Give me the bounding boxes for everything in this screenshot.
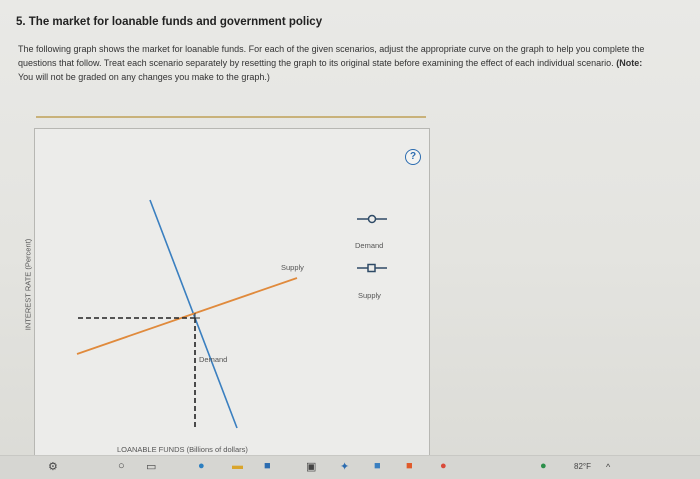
tray-app-icon[interactable]: ● [540,460,547,475]
legend-supply-label: Supply [358,291,381,300]
chevron-up-icon[interactable]: ^ [606,462,610,477]
app-icon[interactable]: ▣ [306,460,316,475]
demand-curve-label: Demand [199,355,227,364]
y-axis-label: INTEREST RATE (Percent) [23,238,33,331]
taskbar: ⚙ ○ ▭ ● ▬ ■ ▣ ✦ ■ ■ ● ● 82°F ^ [0,455,700,479]
edge-browser-icon[interactable]: ● [198,460,205,475]
supply-curve-label: Supply [281,263,304,272]
chrome-icon[interactable]: ● [440,460,447,475]
weather-temperature[interactable]: 82°F [574,462,591,471]
task-view-icon[interactable]: ▭ [146,460,156,475]
file-explorer-icon[interactable]: ▬ [232,460,243,475]
assignment-page: 5. The market for loanable funds and gov… [0,0,700,460]
office-app-icon[interactable]: ■ [406,460,413,475]
office-icon[interactable]: ■ [374,460,381,475]
store-icon[interactable]: ■ [264,460,271,475]
dropbox-icon[interactable]: ✦ [340,460,349,475]
x-axis-label: LOANABLE FUNDS (Billions of dollars) [117,445,248,454]
search-icon[interactable]: ○ [118,460,125,475]
legend-demand-label: Demand [355,241,383,250]
supply-curve[interactable] [76,277,298,355]
start-icon[interactable]: ⚙ [48,460,58,475]
loanable-funds-graph: Supply Demand Demand Supply [76,199,387,429]
legend-demand-tool[interactable] [357,214,387,224]
legend-supply-tool[interactable] [357,263,387,273]
